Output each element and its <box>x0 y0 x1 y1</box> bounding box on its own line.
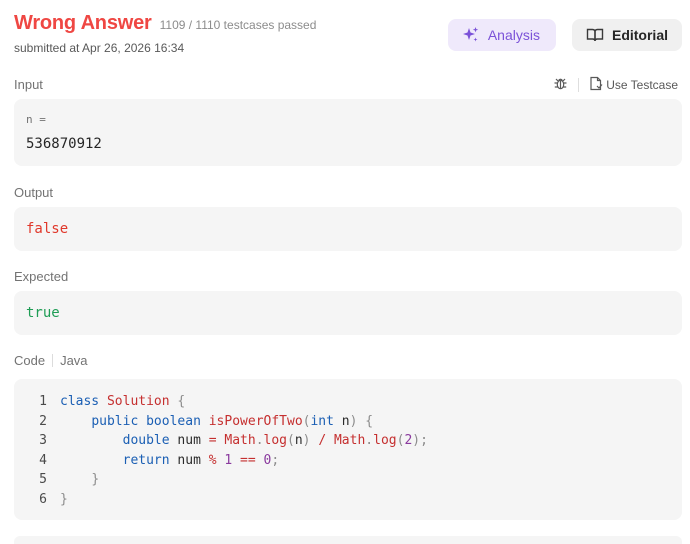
debug-button[interactable] <box>553 76 568 94</box>
code-line: 3 double num = Math. log(n) / Math. log(2)… <box>14 431 682 451</box>
testcases-passed: 1109 / 1110 testcases passed <box>159 18 317 32</box>
code-label-row: Code Java <box>14 353 88 368</box>
status-title: Wrong Answer <box>14 12 152 34</box>
output-value: false <box>26 221 69 237</box>
line-number: 4 <box>39 452 47 468</box>
input-var-name: n = <box>26 113 46 126</box>
bug-icon <box>553 76 568 94</box>
code-language: Java <box>60 353 88 368</box>
analysis-label: Analysis <box>487 27 540 43</box>
expected-box: true <box>14 291 682 335</box>
editorial-button[interactable]: Editorial <box>571 19 682 51</box>
header-actions: Analysis Editorial <box>447 19 682 51</box>
code-line: 5 } <box>14 470 682 490</box>
book-icon <box>586 26 604 44</box>
tools-divider <box>578 78 580 92</box>
file-icon <box>589 76 603 94</box>
input-tools: Use Testcase <box>553 76 678 94</box>
output-label: Output <box>14 185 54 200</box>
code-line: 6} <box>14 490 682 510</box>
line-number: 3 <box>39 433 47 448</box>
code-line: 1 class Solution { <box>14 392 682 412</box>
editorial-label: Editorial <box>611 27 668 43</box>
expected-label: Expected <box>14 269 69 284</box>
line-number: 6 <box>39 491 47 507</box>
use-testcase-label: Use Testcase <box>606 78 678 92</box>
submission-header: Wrong Answer 1109 / 1110 testcases passe… <box>14 12 682 62</box>
next-panel-edge <box>14 536 682 544</box>
analysis-button[interactable]: Analysis <box>447 19 556 51</box>
line-number: 1 <box>39 394 47 409</box>
code-label: Code <box>14 353 46 368</box>
code-divider <box>52 354 54 367</box>
use-testcase-button[interactable]: Use Testcase <box>589 76 678 94</box>
code-line: 2 public boolean isPowerOfTwo(int n) { <box>14 412 682 432</box>
line-number: 2 <box>39 413 47 429</box>
line-number: 5 <box>39 472 47 487</box>
code-line: 4 return num % 1 == 0; <box>14 451 682 471</box>
input-value: 536870912 <box>26 136 102 152</box>
output-box: false <box>14 207 682 251</box>
expected-value: true <box>26 305 60 321</box>
code-box: 1 class Solution { 2 public boolean isPow… <box>14 379 682 520</box>
input-box: n = 536870912 <box>14 99 682 166</box>
input-label: Input <box>14 77 43 92</box>
sparkle-icon <box>462 26 480 44</box>
